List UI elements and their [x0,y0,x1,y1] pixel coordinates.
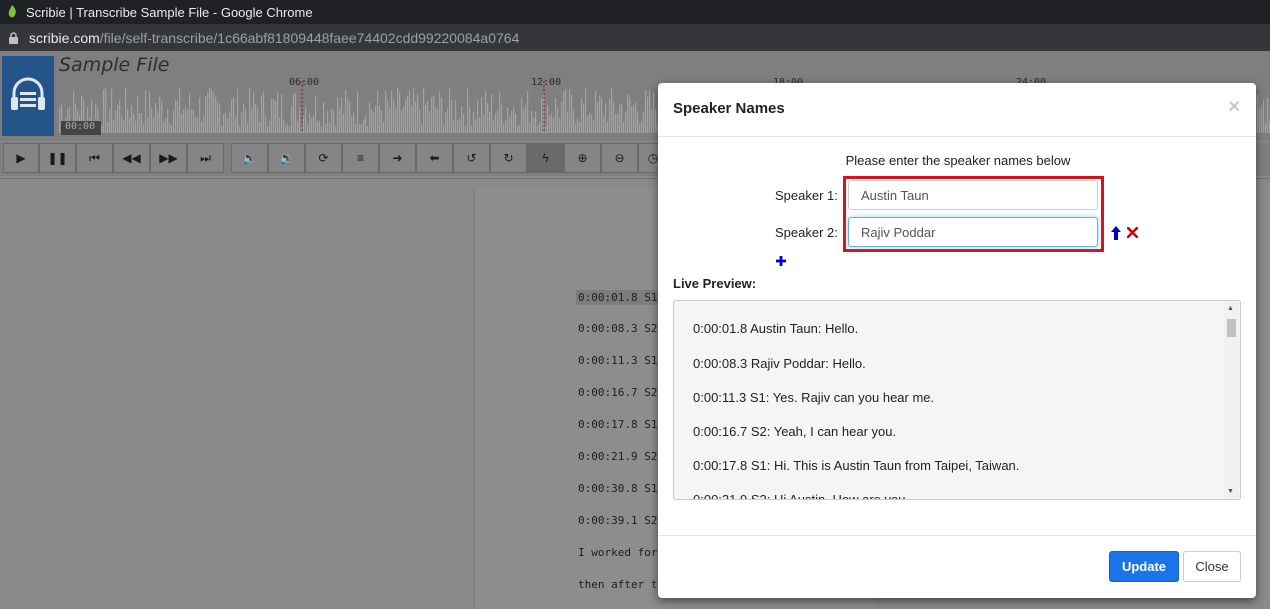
refresh-button[interactable]: ⟳ [305,143,342,173]
modal-header: Speaker Names × [658,83,1256,137]
undo-button[interactable]: ↺ [453,143,490,173]
volume-down-icon: 🔈 [242,151,257,165]
arrow-right-icon: ➜ [392,151,403,165]
clock-icon: ◷ [647,151,659,165]
scribie-logo [2,56,54,136]
browser-title-bar: Scribie | Transcribe Sample File - Googl… [0,0,1270,24]
address-bar[interactable]: scribie.com/file/self-transcribe/1c66abf… [0,24,1270,51]
transcript-line[interactable]: I worked for [578,546,657,559]
preview-line: 0:00:17.8 S1: Hi. This is Austin Taun fr… [693,458,1020,473]
fast-forward-button[interactable]: ▶▶ [150,143,187,173]
arrow-left-icon: ⬅ [429,151,440,165]
volume-down-button[interactable]: 🔈 [231,143,268,173]
move-up-icon[interactable] [1110,226,1122,240]
redo-icon: ↻ [503,151,514,165]
speaker-names-modal: Speaker Names × Please enter the speaker… [658,83,1256,598]
transcript-line[interactable]: 0:00:16.7 S2 [578,386,657,399]
speaker-1-label: Speaker 1: [775,188,838,203]
volume-up-icon: 🔉 [279,151,294,165]
align-left-icon: ≡ [356,151,364,165]
pause-button[interactable]: ❚❚ [39,143,76,173]
modal-title: Speaker Names [673,100,785,117]
scroll-up-arrow-icon[interactable]: ▲ [1227,305,1234,312]
headphones-logo-icon [11,77,45,110]
speaker-2-label: Speaker 2: [775,225,838,240]
previous-button[interactable]: ⬅ [416,143,453,173]
transcript-line[interactable]: 0:00:30.8 S1 [578,482,657,495]
transcript-line[interactable]: 0:00:11.3 S1 [578,354,657,367]
transcript-line[interactable]: 0:00:17.8 S1 [578,418,657,431]
live-preview-label: Live Preview: [673,276,757,291]
modal-instructions: Please enter the speaker names below [845,153,1071,168]
skip-start-icon: ⏮ [89,150,100,165]
preview-line: 0:00:08.3 Rajiv Poddar: Hello. [693,356,866,371]
lightning-icon: ϟ [542,151,549,165]
undo-icon: ↺ [466,151,477,165]
preview-line: 0:00:11.3 S1: Yes. Rajiv can you hear me… [693,390,935,405]
zoom-out-icon: ⊖ [614,151,625,165]
preview-line: 0:00:16.7 S2: Yeah, I can hear you. [693,424,897,439]
scroll-down-arrow-icon[interactable]: ▼ [1227,488,1234,495]
fast-forward-icon: ▶▶ [159,151,178,165]
zoom-in-button[interactable]: ⊕ [564,143,601,173]
skip-start-button[interactable]: ⏮ [76,143,113,173]
skip-end-icon: ⏭ [200,150,211,165]
preview-line: 0:00:01.8 Austin Taun: Hello. [693,321,859,336]
live-preview-box[interactable]: 0:00:01.8 Austin Taun: Hello. 0:00:08.3 … [673,300,1241,500]
rewind-icon: ◀◀ [122,151,141,165]
lock-icon [9,31,18,44]
zoom-in-icon: ⊕ [577,151,588,165]
transcript-line[interactable]: 0:00:01.8 S1 [576,290,660,305]
url-path: /file/self-transcribe/1c66abf81809448fae… [99,29,520,46]
scribie-favicon-icon [8,5,16,18]
close-button[interactable]: Close [1183,551,1241,582]
preview-scrollbar[interactable]: ▲ ▼ [1224,302,1239,498]
auto-button[interactable]: ϟ [527,143,564,173]
volume-up-button[interactable]: 🔉 [268,143,305,173]
zoom-out-button[interactable]: ⊖ [601,143,638,173]
add-speaker-icon[interactable] [775,255,787,267]
transcript-line[interactable]: 0:00:21.9 S2 [578,450,657,463]
play-icon: ▶ [16,151,26,165]
align-button[interactable]: ≡ [342,143,379,173]
pause-icon: ❚❚ [47,151,68,165]
play-button[interactable]: ▶ [3,143,39,173]
transcript-line[interactable]: 0:00:39.1 S2 [578,514,657,527]
skip-end-button[interactable]: ⏭ [187,143,224,173]
remove-speaker-icon[interactable] [1127,227,1138,238]
file-title: Sample File [59,54,170,76]
timeline-tick: 12:00 [531,77,562,88]
transcript-line[interactable]: then after t [578,578,657,591]
update-button[interactable]: Update [1109,551,1179,582]
refresh-icon: ⟳ [318,151,329,165]
scrollbar-thumb[interactable] [1227,319,1236,337]
speaker-2-input[interactable]: Rajiv Poddar [848,217,1098,247]
close-icon[interactable]: × [1228,96,1240,119]
speaker-1-input[interactable]: Austin Taun [848,180,1098,210]
preview-line: 0:00:21.9 S2: Hi Austin. How are you. [693,492,910,500]
url-domain: scribie.com [29,29,100,46]
window-title: Scribie | Transcribe Sample File - Googl… [26,4,313,20]
rewind-button[interactable]: ◀◀ [113,143,150,173]
current-time: 00:00 [61,121,101,135]
redo-button[interactable]: ↻ [490,143,527,173]
next-button[interactable]: ➜ [379,143,416,173]
modal-footer-divider [658,535,1256,536]
timeline-tick: 06:00 [289,77,320,88]
transcript-line[interactable]: 0:00:08.3 S2 [578,322,657,335]
